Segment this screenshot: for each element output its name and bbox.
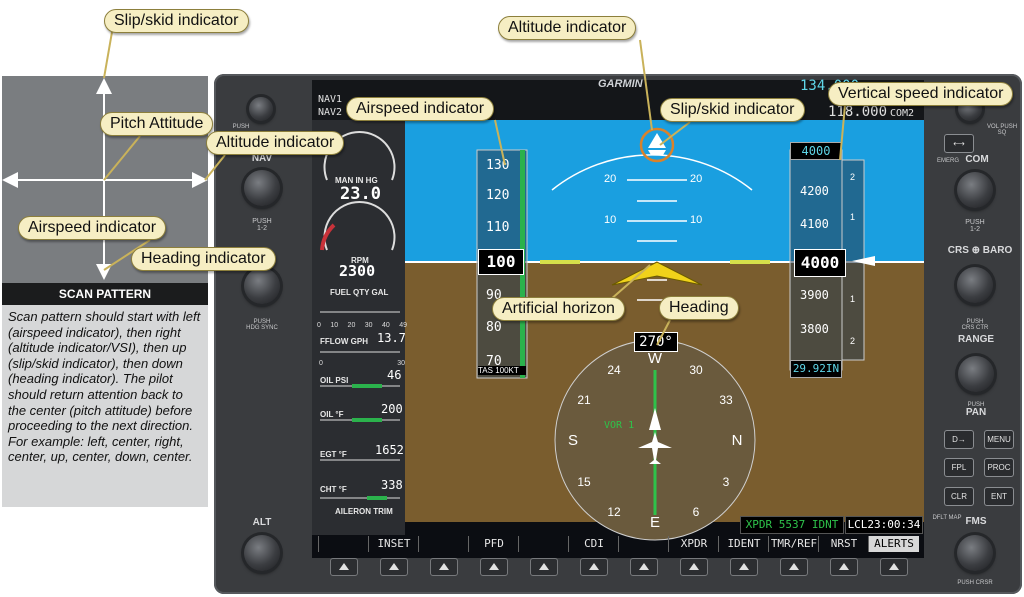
callout-airspeed-left: Airspeed indicator xyxy=(18,216,167,240)
callout-heading-left: Heading indicator xyxy=(131,247,276,271)
callout-slip-skid-top: Slip/skid indicator xyxy=(104,9,249,33)
callout-airspeed-pfd: Airspeed indicator xyxy=(346,97,495,121)
callout-slip-skid-pfd: Slip/skid indicator xyxy=(660,98,805,122)
callout-heading-pfd: Heading xyxy=(659,296,739,320)
callout-artificial-horizon: Artificial horizon xyxy=(492,297,625,321)
callout-vsi: Vertical speed indicator xyxy=(828,82,1014,106)
callout-altitude-top: Altitude indicator xyxy=(498,16,637,40)
callout-pitch-attitude: Pitch Attitude xyxy=(100,112,214,136)
callout-altitude-left: Altitude indicator xyxy=(206,131,345,155)
